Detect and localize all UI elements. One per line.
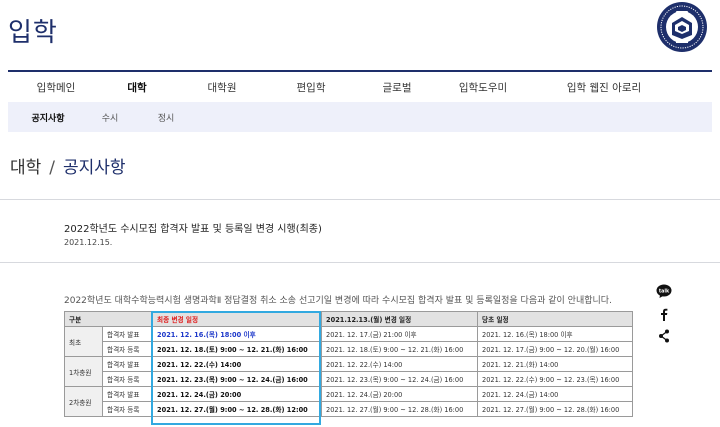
gnb-item-transfer[interactable]: 편입학 bbox=[297, 80, 326, 95]
talk-label: talk bbox=[659, 288, 670, 294]
changed-schedule-cell: 2021. 12. 17.(금) 21:00 이후 bbox=[321, 326, 479, 342]
share-icon[interactable] bbox=[656, 329, 672, 343]
row-group-label: 2차충원 bbox=[64, 386, 103, 417]
global-nav: 입학메인 대학 대학원 편입학 글로벌 입학도우미 입학 웹진 아로리 bbox=[8, 70, 712, 102]
row-sub-label: 합격자 발표 bbox=[101, 326, 154, 342]
row-sub-label: 합격자 발표 bbox=[101, 356, 154, 372]
gnb-item-graduate[interactable]: 대학원 bbox=[208, 80, 237, 95]
row-sub-label: 합격자 등록 bbox=[101, 341, 154, 357]
lnb-item-notice[interactable]: 공지사항 bbox=[31, 111, 64, 124]
table-row: 합격자 등록 2021. 12. 18.(토) 9:00 ~ 12. 21.(화… bbox=[65, 341, 634, 357]
row-sub-label: 합격자 등록 bbox=[101, 371, 154, 387]
table-row: 1차충원 합격자 발표 2021. 12. 22.(수) 14:00 2021.… bbox=[64, 356, 634, 387]
header-changed-schedule: 2021.12.13.(월) 변경 일정 bbox=[321, 311, 479, 327]
lnb-item-early[interactable]: 수시 bbox=[102, 111, 119, 124]
row-group-label: 1차충원 bbox=[64, 356, 103, 387]
header-original-schedule: 당초 일정 bbox=[477, 311, 634, 327]
breadcrumb-separator: / bbox=[49, 158, 56, 178]
header-final-schedule: 최종 변경 일정 bbox=[152, 311, 323, 327]
table-header-row: 구분 최종 변경 일정 2021.12.13.(월) 변경 일정 당초 일정 bbox=[63, 311, 634, 327]
breadcrumb: 대학 / 공지사항 bbox=[10, 153, 126, 178]
changed-schedule-cell: 2021. 12. 22.(수) 14:00 bbox=[321, 356, 479, 372]
original-schedule-cell: 2021. 12. 24.(금) 14:00 bbox=[477, 386, 634, 402]
gnb-item-webzine[interactable]: 입학 웹진 아로리 bbox=[567, 80, 641, 95]
final-schedule-cell: 2021. 12. 23.(목) 9:00 ~ 12. 24.(금) 16:00 bbox=[152, 371, 323, 387]
post-date: 2021.12.15. bbox=[64, 238, 113, 247]
original-schedule-cell: 2021. 12. 16.(목) 18:00 이후 bbox=[477, 326, 634, 342]
divider bbox=[0, 199, 720, 200]
post-title: 2022학년도 수시모집 합격자 발표 및 등록일 변경 시행(최종) bbox=[64, 224, 322, 235]
row-sub-label: 합격자 발표 bbox=[101, 386, 154, 402]
schedule-table: 구분 최종 변경 일정 2021.12.13.(월) 변경 일정 당초 일정 최… bbox=[63, 311, 634, 417]
talk-icon[interactable]: talk bbox=[656, 284, 672, 298]
final-schedule-cell: 2021. 12. 27.(월) 9:00 ~ 12. 28.(화) 12:00 bbox=[152, 401, 323, 417]
row-group-label: 최초 bbox=[64, 326, 103, 357]
changed-schedule-cell: 2021. 12. 24.(금) 20:00 bbox=[321, 386, 479, 402]
gnb-item-global[interactable]: 글로벌 bbox=[383, 80, 412, 95]
original-schedule-cell: 2021. 12. 22.(수) 9:00 ~ 12. 23.(목) 16:00 bbox=[477, 371, 634, 387]
sub-nav: 공지사항 수시 정시 bbox=[8, 102, 712, 132]
changed-schedule-cell: 2021. 12. 18.(토) 9:00 ~ 12. 21.(화) 16:00 bbox=[321, 341, 479, 357]
table-row: 합격자 등록 2021. 12. 23.(목) 9:00 ~ 12. 24.(금… bbox=[65, 371, 634, 387]
changed-schedule-cell: 2021. 12. 23.(목) 9:00 ~ 12. 24.(금) 16:00 bbox=[321, 371, 479, 387]
lnb-item-regular[interactable]: 정시 bbox=[158, 111, 175, 124]
gnb-item-undergraduate[interactable]: 대학 bbox=[127, 80, 146, 95]
post-intro: 2022학년도 대학수학능력시험 생명과학Ⅱ 정답결정 취소 소송 선고기일 변… bbox=[64, 296, 612, 306]
header-category: 구분 bbox=[63, 311, 154, 327]
final-schedule-cell: 2021. 12. 18.(토) 9:00 ~ 12. 21.(화) 16:00 bbox=[152, 341, 323, 357]
original-schedule-cell: 2021. 12. 21.(화) 14:00 bbox=[477, 356, 634, 372]
changed-schedule-cell: 2021. 12. 27.(월) 9:00 ~ 12. 28.(화) 16:00 bbox=[321, 401, 479, 417]
row-sub-label: 합격자 등록 bbox=[101, 401, 154, 417]
table-row: 최초 합격자 발표 2021. 12. 16.(목) 18:00 이후 2021… bbox=[64, 326, 634, 357]
final-schedule-cell: 2021. 12. 24.(금) 20:00 bbox=[152, 386, 323, 402]
table-row: 2차충원 합격자 발표 2021. 12. 24.(금) 20:00 2021.… bbox=[64, 386, 634, 417]
gnb-item-helper[interactable]: 입학도우미 bbox=[459, 80, 507, 95]
breadcrumb-parent[interactable]: 대학 bbox=[10, 158, 41, 178]
original-schedule-cell: 2021. 12. 27.(월) 9:00 ~ 12. 28.(화) 16:00 bbox=[477, 401, 634, 417]
facebook-icon[interactable] bbox=[656, 307, 672, 321]
table-row: 합격자 등록 2021. 12. 27.(월) 9:00 ~ 12. 28.(화… bbox=[65, 401, 634, 417]
final-schedule-cell: 2021. 12. 22.(수) 14:00 bbox=[152, 356, 323, 372]
final-schedule-cell: 2021. 12. 16.(목) 18:00 이후 bbox=[152, 326, 323, 342]
gnb-item-admission-main[interactable]: 입학메인 bbox=[37, 80, 76, 95]
site-title[interactable]: 입학 bbox=[8, 12, 58, 49]
original-schedule-cell: 2021. 12. 17.(금) 9:00 ~ 12. 20.(월) 16:00 bbox=[477, 341, 634, 357]
snu-emblem-icon[interactable] bbox=[656, 1, 708, 53]
divider bbox=[0, 262, 720, 263]
page-title: 공지사항 bbox=[63, 158, 126, 178]
